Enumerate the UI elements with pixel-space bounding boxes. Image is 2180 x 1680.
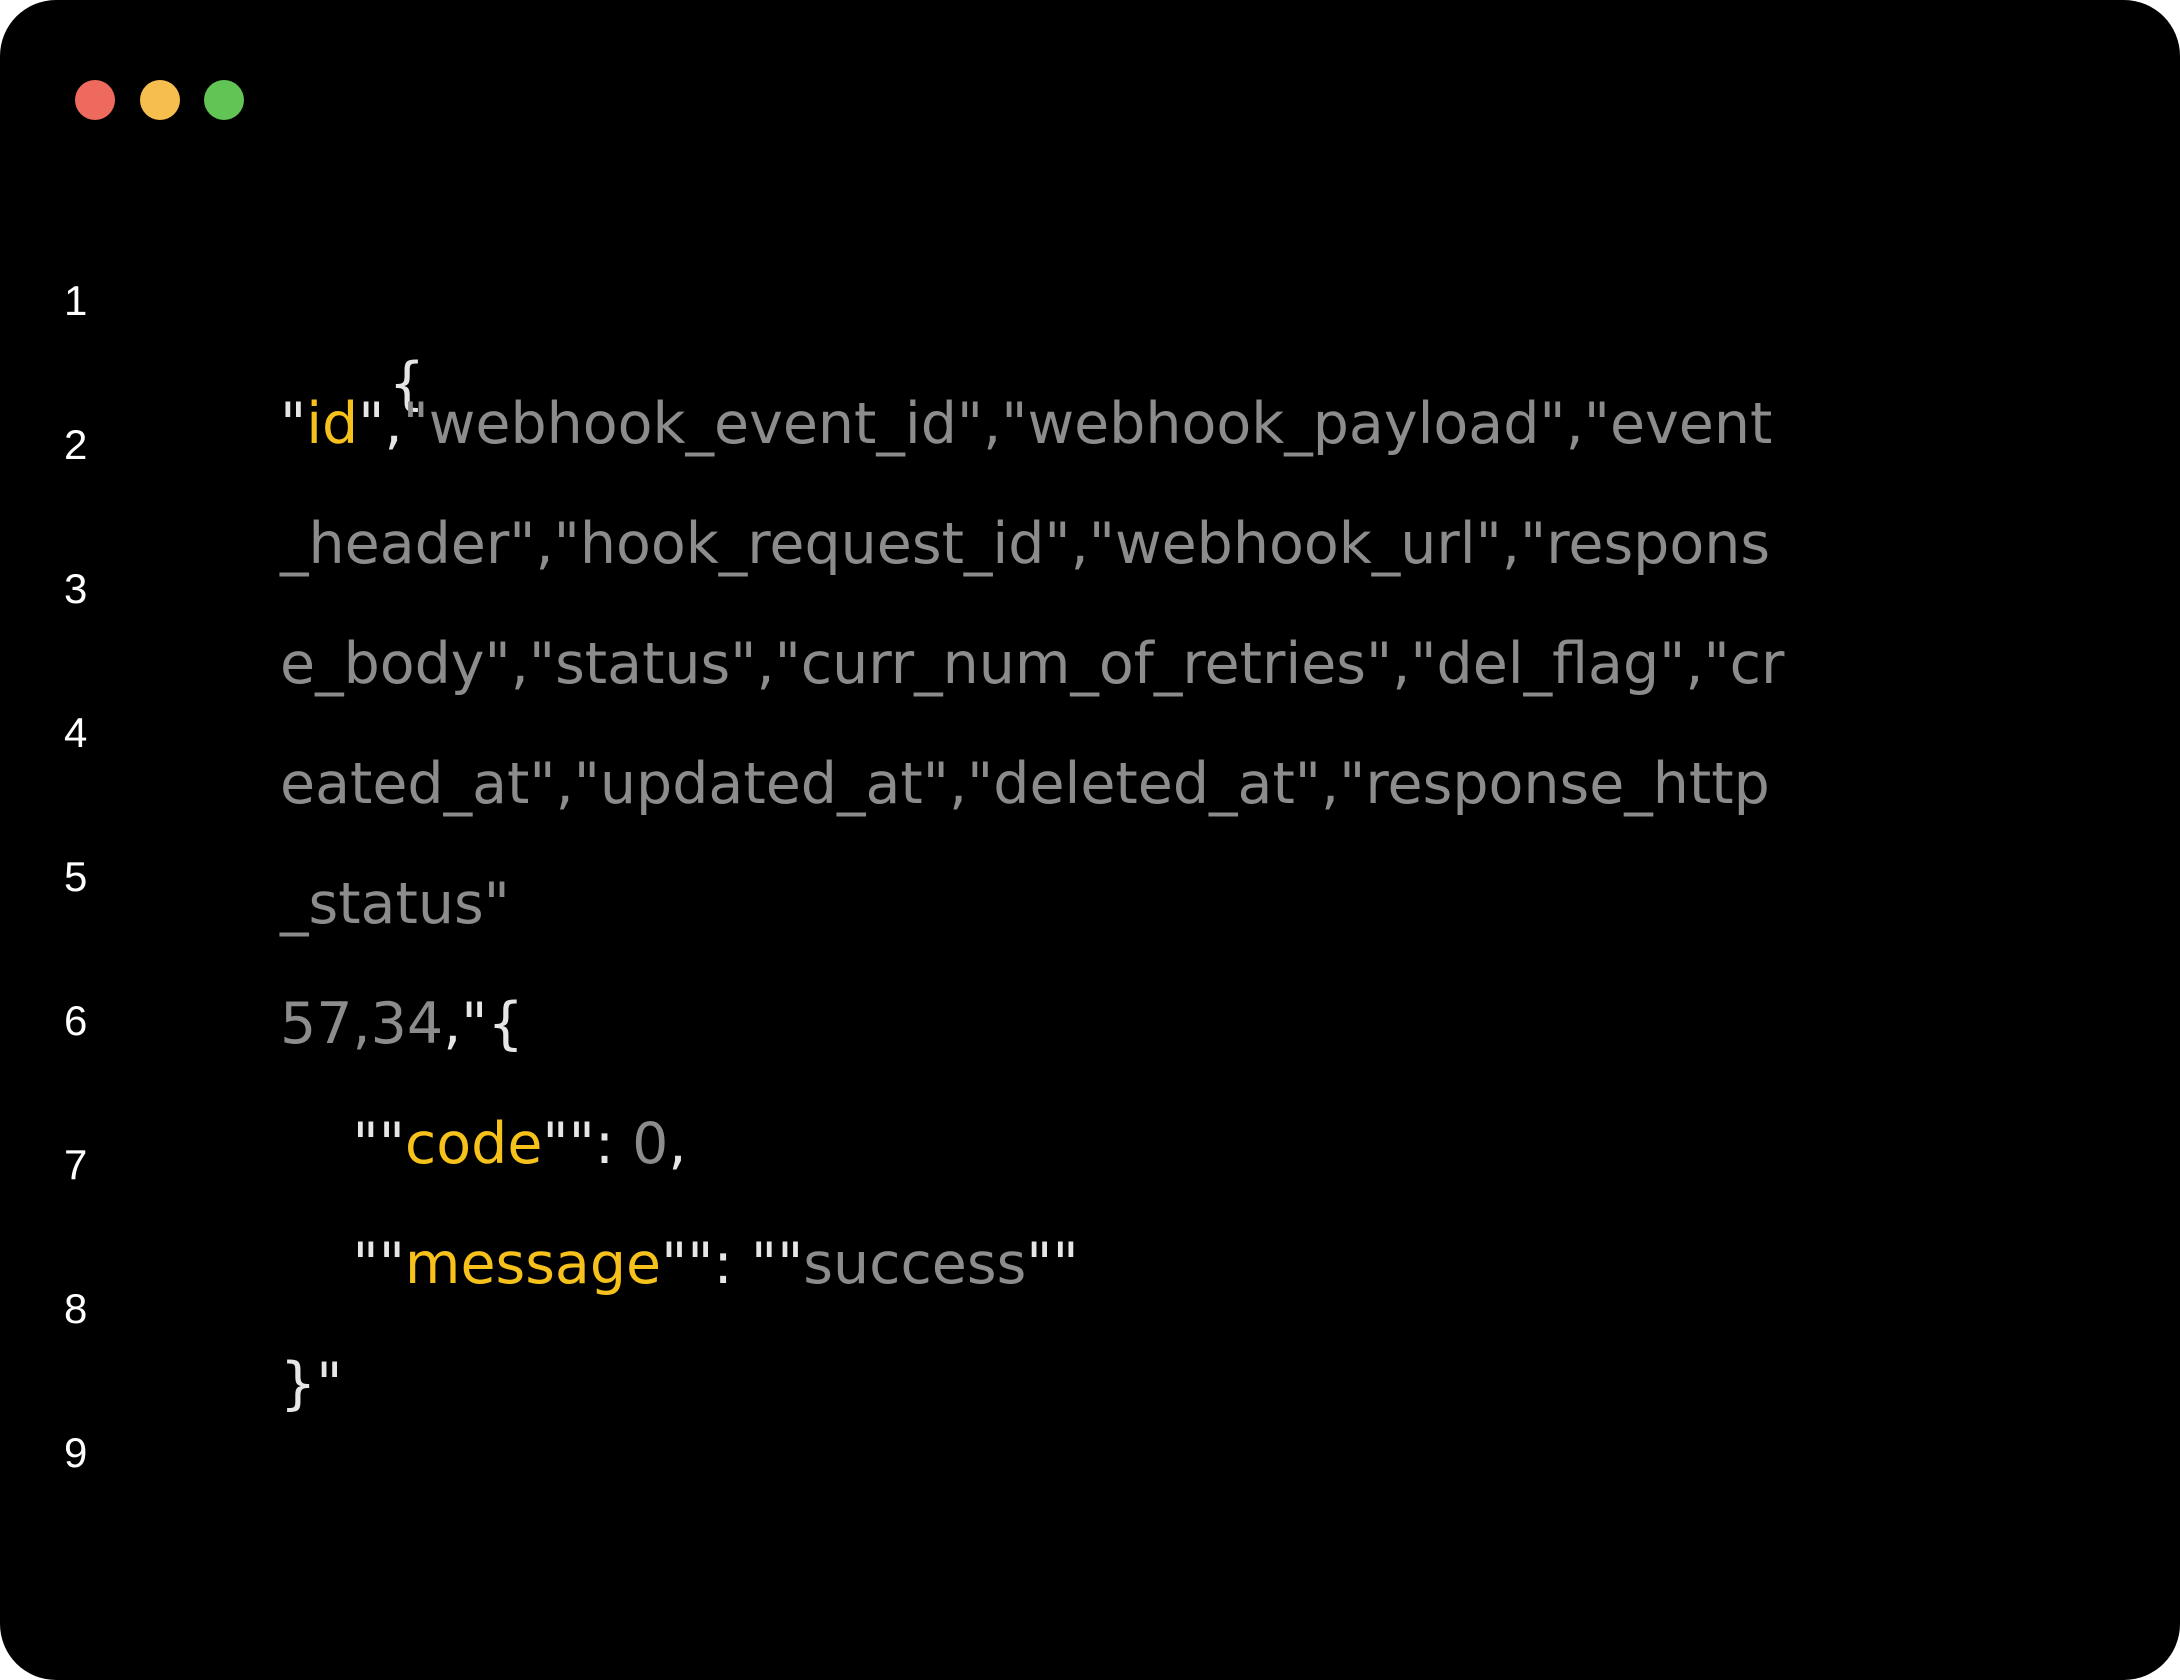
json-key: id bbox=[306, 391, 359, 457]
code-line: _header","hook_request_id","webhook_url"… bbox=[280, 504, 1770, 584]
code-text: _status" bbox=[280, 871, 510, 937]
code-text: e_body","status","curr_num_of_retries","… bbox=[280, 631, 1785, 697]
punctuation: , bbox=[668, 1111, 687, 1177]
quote: "" bbox=[352, 1111, 405, 1177]
code-line: 57,34,"{ bbox=[280, 984, 524, 1064]
code-line: }" bbox=[280, 1344, 342, 1424]
minimize-button[interactable] bbox=[140, 80, 180, 120]
line-number: 5 bbox=[64, 853, 88, 900]
code-text: eated_at","updated_at","deleted_at","res… bbox=[280, 751, 1770, 817]
code-window: 1 2 3 4 5 6 7 8 9 { "id","webhook_event_… bbox=[0, 0, 2180, 1680]
number-literal: 57,34 bbox=[280, 991, 444, 1057]
code-line: _status" bbox=[280, 864, 510, 944]
code-line: ""message"": ""success"" bbox=[280, 1224, 1079, 1304]
line-number: 6 bbox=[64, 997, 88, 1044]
string-literal: success bbox=[803, 1231, 1027, 1297]
quote: "": "" bbox=[661, 1231, 804, 1297]
quote: "": bbox=[542, 1111, 633, 1177]
quote: "" bbox=[352, 1231, 405, 1297]
line-number: 4 bbox=[64, 709, 88, 756]
close-button[interactable] bbox=[75, 80, 115, 120]
code-line: eated_at","updated_at","deleted_at","res… bbox=[280, 744, 1770, 824]
line-number: 1 bbox=[64, 277, 88, 324]
code-text: "webhook_event_id","webhook_payload","ev… bbox=[402, 391, 1773, 457]
close-brace: }" bbox=[280, 1351, 343, 1417]
code-line: ""code"": 0, bbox=[280, 1104, 687, 1184]
line-number: 8 bbox=[64, 1285, 88, 1332]
quote: "" bbox=[1026, 1231, 1079, 1297]
line-number: 9 bbox=[64, 1429, 88, 1476]
quote: " bbox=[280, 391, 307, 457]
line-number: 2 bbox=[64, 421, 88, 468]
quote: ", bbox=[358, 391, 403, 457]
number-literal: 0 bbox=[632, 1111, 669, 1177]
code-line: "id","webhook_event_id","webhook_payload… bbox=[280, 384, 1772, 464]
code-text: _header","hook_request_id","webhook_url"… bbox=[280, 511, 1771, 577]
line-number: 3 bbox=[64, 565, 88, 612]
code-line: e_body","status","curr_num_of_retries","… bbox=[280, 624, 1784, 704]
maximize-button[interactable] bbox=[204, 80, 244, 120]
json-key: code bbox=[404, 1111, 543, 1177]
punctuation: ,"{ bbox=[443, 991, 524, 1057]
json-key: message bbox=[404, 1231, 662, 1297]
line-number: 7 bbox=[64, 1141, 88, 1188]
